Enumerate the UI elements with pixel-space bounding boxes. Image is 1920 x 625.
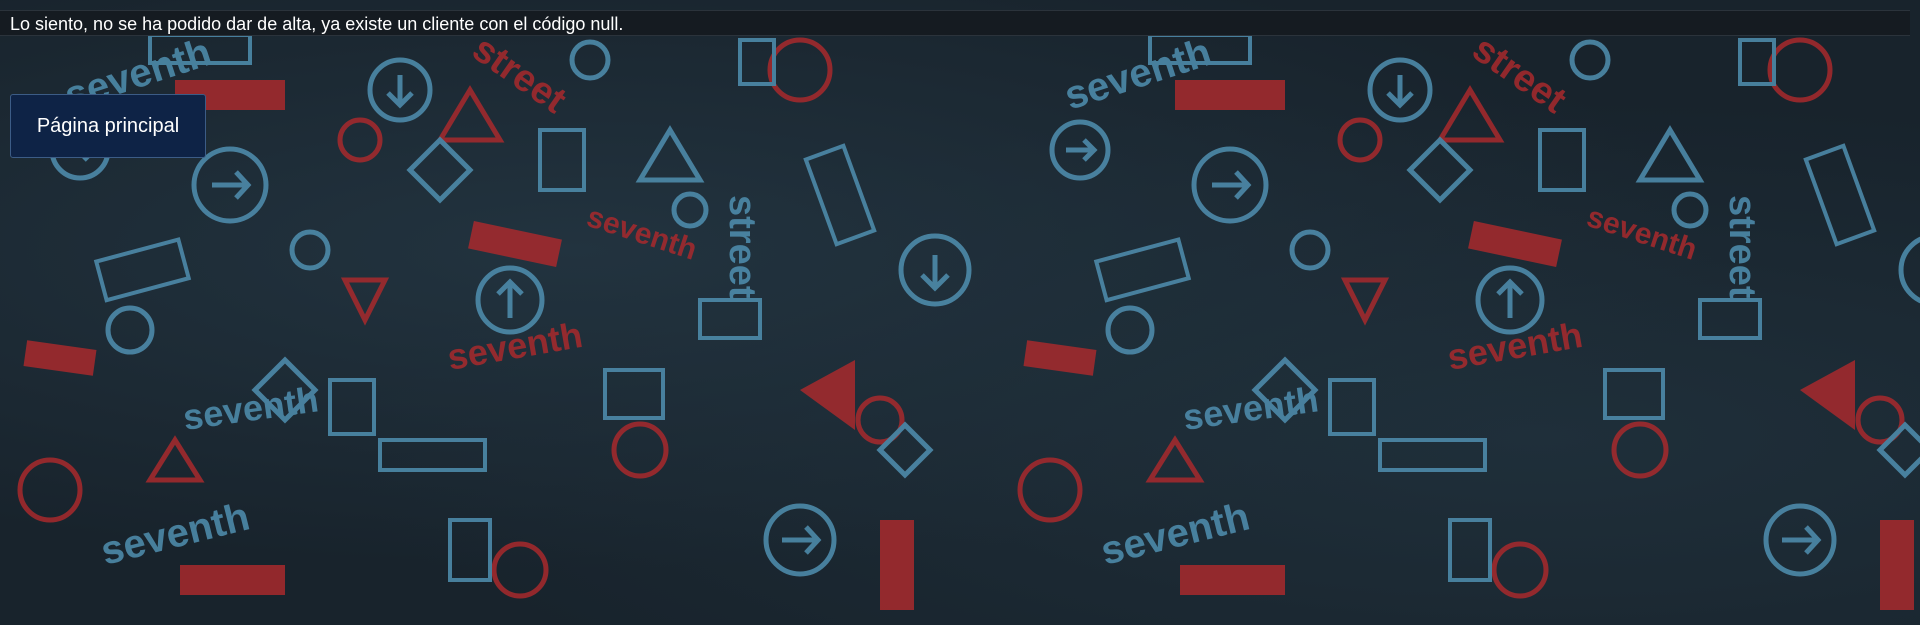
error-message: Lo siento, no se ha podido dar de alta, … — [10, 14, 624, 34]
error-message-bar: Lo siento, no se ha podido dar de alta, … — [0, 10, 1910, 36]
road-signs-pattern-icon: seventh street seventh seventh seventh s… — [0, 0, 1920, 625]
road-signs-background: seventh street seventh seventh seventh s… — [0, 0, 1920, 625]
home-page-button[interactable]: Página principal — [10, 94, 206, 158]
